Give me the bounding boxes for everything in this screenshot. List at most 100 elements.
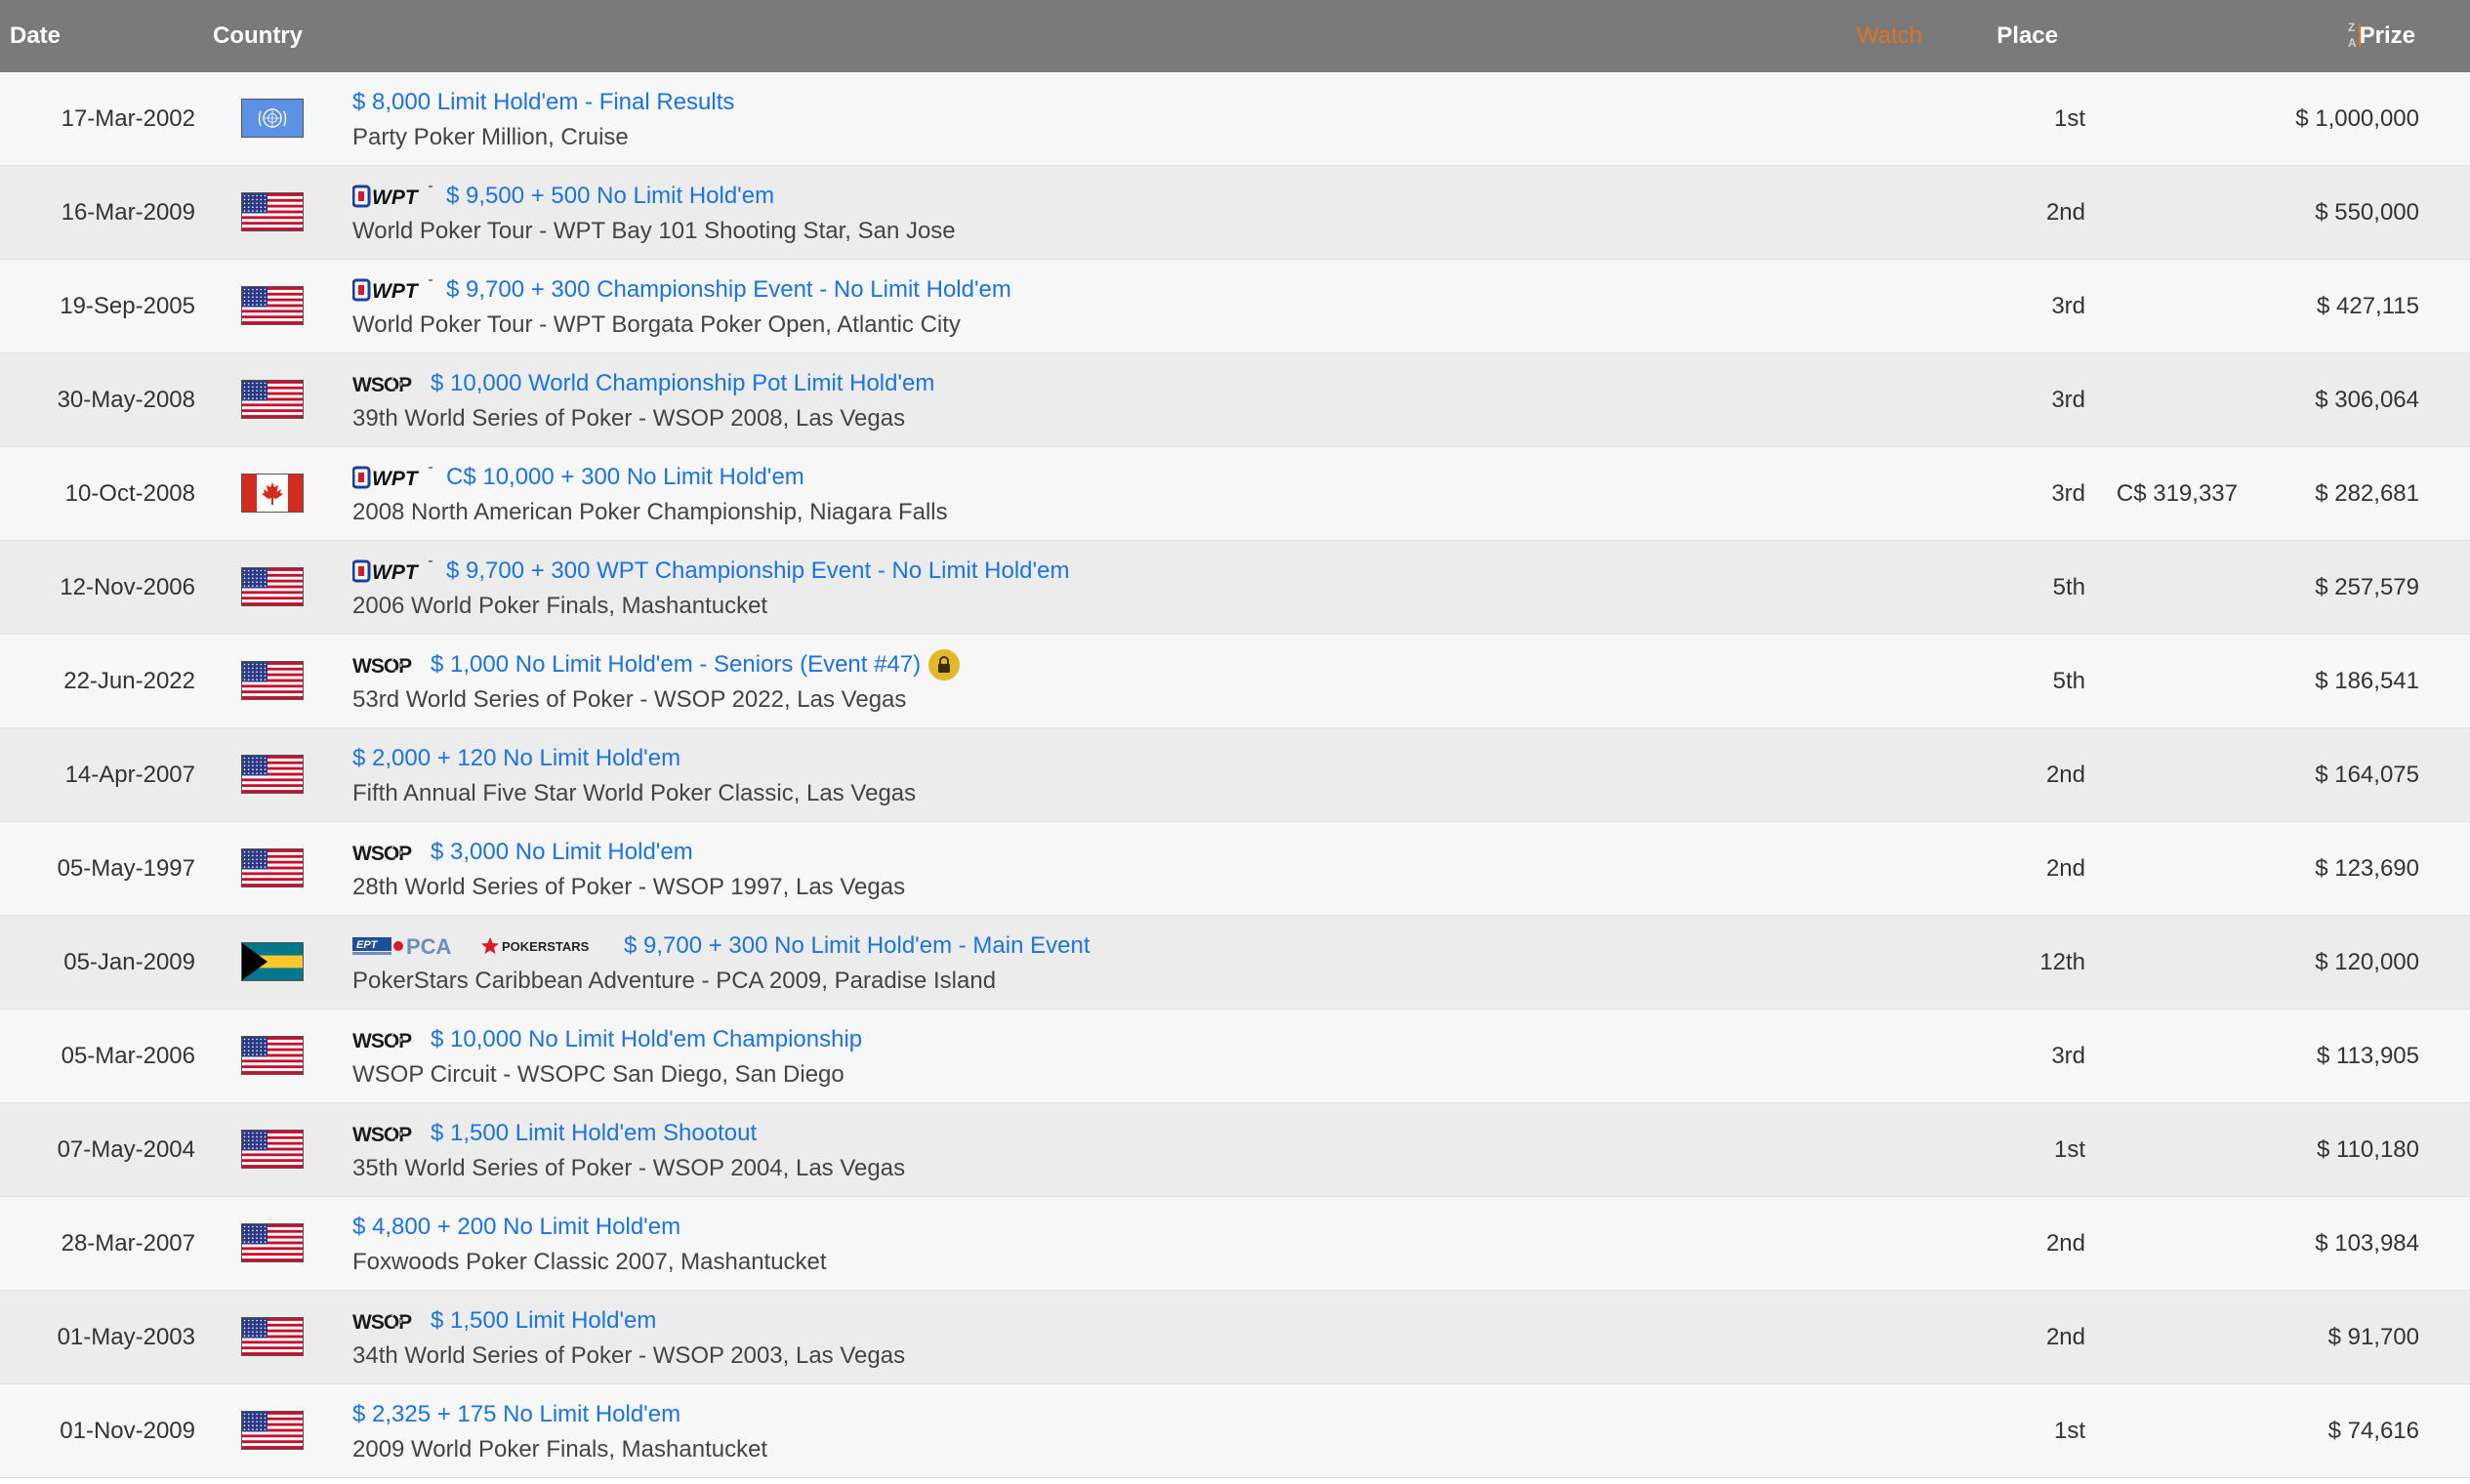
- event-subtitle: 53rd World Series of Poker - WSOP 2022, …: [352, 686, 907, 713]
- local-prize-cell: C$ 319,337: [2116, 480, 2238, 507]
- event-subtitle: 34th World Series of Poker - WSOP 2003, …: [352, 1342, 906, 1369]
- event-title-link[interactable]: $ 1,500 Limit Hold'em Shootout: [431, 1120, 757, 1147]
- place-cell: 3rd: [2051, 480, 2085, 507]
- event-title-link[interactable]: $ 1,000 No Limit Hold'em - Seniors (Even…: [431, 651, 921, 679]
- event-cell: $ 8,000 Limit Hold'em - Final Results Par…: [352, 86, 1884, 154]
- date-cell: 10-Oct-2008: [64, 480, 195, 507]
- svg-text:POKERSTARS: POKERSTARS: [502, 939, 590, 954]
- us-flag-icon: [241, 1317, 304, 1356]
- us-flag-icon: [241, 380, 304, 419]
- place-cell: 2nd: [2045, 1324, 2085, 1350]
- event-title-link[interactable]: $ 9,500 + 500 No Limit Hold'em: [446, 183, 774, 210]
- us-flag-icon: [241, 192, 304, 231]
- wpt-logo-icon: WPT: [352, 558, 434, 584]
- table-row: 05-Mar-2006 WSOP $ 10,000 No Limit Hold'em…: [0, 1010, 2470, 1103]
- event-cell: WSOP $ 1,000 No Limit Hold'em - Seniors (…: [352, 648, 1884, 717]
- event-subtitle: 2009 World Poker Finals, Mashantucket: [352, 1436, 768, 1463]
- wsop-logo-icon: WSOP: [352, 652, 419, 678]
- event-title-link[interactable]: $ 1,500 Limit Hold'em: [431, 1307, 656, 1335]
- prize-cell: $ 74,616: [2327, 1418, 2419, 1444]
- us-flag-icon: [241, 1411, 304, 1450]
- event-title-link[interactable]: $ 9,700 + 300 WPT Championship Event - N…: [446, 557, 1069, 585]
- place-cell: 2nd: [2045, 1230, 2085, 1257]
- us-flag-icon: [241, 286, 304, 325]
- date-cell: 05-May-1997: [57, 855, 195, 882]
- date-cell: 01-May-2003: [57, 1324, 195, 1350]
- date-cell: 28-Mar-2007: [61, 1230, 195, 1257]
- svg-text:WSOP: WSOP: [352, 374, 412, 396]
- place-cell: 12th: [2039, 949, 2085, 975]
- event-cell: $ 4,800 + 200 No Limit Hold'em Foxwoods P…: [352, 1211, 1884, 1279]
- column-header-watch[interactable]: Watch: [1857, 22, 1922, 50]
- place-cell: 1st: [2053, 1136, 2085, 1163]
- prize-cell: $ 91,700: [2327, 1324, 2419, 1350]
- column-header-country[interactable]: Country: [213, 22, 303, 50]
- date-cell: 12-Nov-2006: [60, 574, 195, 600]
- us-flag-icon: [241, 567, 304, 606]
- event-title-link[interactable]: $ 2,325 + 175 No Limit Hold'em: [352, 1401, 680, 1428]
- table-body: 17-Mar-2002 $ 8,000 Limit Hold'em - Final…: [0, 72, 2470, 1478]
- svg-text:Z: Z: [2348, 21, 2355, 34]
- event-title-link[interactable]: $ 10,000 No Limit Hold'em Championship: [431, 1026, 862, 1053]
- place-cell: 5th: [2052, 668, 2085, 694]
- event-cell: $ 2,000 + 120 No Limit Hold'em Fifth Annu…: [352, 742, 1884, 810]
- svg-text:EPT: EPT: [356, 939, 379, 951]
- prize-cell: $ 257,579: [2315, 574, 2419, 600]
- table-row: 28-Mar-2007 $ 4,800 + 200 No Limit Hold'e…: [0, 1197, 2470, 1291]
- prize-cell: $ 427,115: [2317, 293, 2419, 319]
- svg-text:WPT: WPT: [372, 186, 420, 209]
- date-cell: 14-Apr-2007: [64, 762, 195, 788]
- column-header-prize[interactable]: Prize: [2360, 22, 2415, 50]
- event-subtitle: 28th World Series of Poker - WSOP 1997, …: [352, 874, 906, 900]
- prize-cell: $ 103,984: [2315, 1230, 2419, 1257]
- wpt-logo-icon: WPT: [352, 465, 434, 490]
- event-cell: WPT $ 9,700 + 300 Championship Event - No…: [352, 273, 1884, 342]
- table-row: 05-May-1997 WSOP $ 3,000 No Limit Hold'em 2…: [0, 822, 2470, 916]
- svg-text:WPT: WPT: [372, 561, 420, 584]
- table-row: 30-May-2008 WSOP $ 10,000 World Championsh…: [0, 353, 2470, 447]
- event-cell: WSOP $ 3,000 No Limit Hold'em 28th World S…: [352, 836, 1884, 904]
- event-title-link[interactable]: $ 2,000 + 120 No Limit Hold'em: [352, 745, 680, 772]
- date-cell: 22-Jun-2022: [63, 668, 195, 694]
- table-row: 01-May-2003 WSOP $ 1,500 Limit Hold'em 34th…: [0, 1291, 2470, 1384]
- svg-text:WSOP: WSOP: [352, 1030, 412, 1052]
- prize-cell: $ 120,000: [2315, 949, 2419, 975]
- wsop-logo-icon: WSOP: [352, 371, 419, 396]
- table-row: 05-Jan-2009 EPT PCA POKERSTARS $ 9,700 + 300…: [0, 916, 2470, 1010]
- event-title-link[interactable]: $ 3,000 No Limit Hold'em: [431, 839, 693, 866]
- prize-cell: $ 186,541: [2315, 668, 2419, 694]
- ept-pca-logo-icon: EPT PCA: [352, 933, 470, 959]
- event-title-link[interactable]: $ 10,000 World Championship Pot Limit Ho…: [431, 370, 934, 397]
- date-cell: 19-Sep-2005: [60, 293, 195, 319]
- table-row: 10-Oct-2008 WPT C$ 10,000 + 300 No Limit H…: [0, 447, 2470, 541]
- svg-text:WSOP: WSOP: [352, 1124, 412, 1146]
- event-subtitle: 39th World Series of Poker - WSOP 2008, …: [352, 405, 906, 432]
- event-cell: WSOP $ 1,500 Limit Hold'em Shootout 35th W…: [352, 1117, 1884, 1185]
- svg-text:WSOP: WSOP: [352, 843, 412, 865]
- event-title-link[interactable]: $ 9,700 + 300 No Limit Hold'em - Main Ev…: [624, 932, 1091, 960]
- column-header-place[interactable]: Place: [1997, 22, 2058, 50]
- event-subtitle: 2008 North American Poker Championship, …: [352, 499, 948, 525]
- svg-text:WPT: WPT: [372, 468, 420, 490]
- event-title-link[interactable]: C$ 10,000 + 300 No Limit Hold'em: [446, 464, 804, 491]
- place-cell: 3rd: [2051, 293, 2085, 319]
- table-row: 01-Nov-2009 $ 2,325 + 175 No Limit Hold'e…: [0, 1384, 2470, 1478]
- event-title-link[interactable]: $ 4,800 + 200 No Limit Hold'em: [352, 1214, 680, 1241]
- date-cell: 05-Mar-2006: [61, 1043, 195, 1069]
- us-flag-icon: [241, 661, 304, 700]
- date-cell: 16-Mar-2009: [61, 199, 195, 226]
- event-cell: EPT PCA POKERSTARS $ 9,700 + 300 No Limit H…: [352, 929, 1884, 998]
- column-header-date[interactable]: Date: [10, 22, 61, 50]
- event-title-link[interactable]: $ 8,000 Limit Hold'em - Final Results: [352, 89, 734, 116]
- us-flag-icon: [241, 1036, 304, 1075]
- event-subtitle: World Poker Tour - WPT Bay 101 Shooting …: [352, 218, 956, 244]
- event-title-link[interactable]: $ 9,700 + 300 Championship Event - No Li…: [446, 276, 1011, 304]
- event-cell: WPT C$ 10,000 + 300 No Limit Hold'em 2008 …: [352, 461, 1884, 529]
- place-cell: 2nd: [2045, 199, 2085, 226]
- prize-cell: $ 110,180: [2317, 1136, 2419, 1163]
- prize-cell: $ 306,064: [2315, 387, 2419, 413]
- prize-cell: $ 550,000: [2315, 199, 2419, 226]
- date-cell: 01-Nov-2009: [60, 1418, 195, 1444]
- table-row: 17-Mar-2002 $ 8,000 Limit Hold'em - Final…: [0, 72, 2470, 166]
- us-flag-icon: [241, 1223, 304, 1262]
